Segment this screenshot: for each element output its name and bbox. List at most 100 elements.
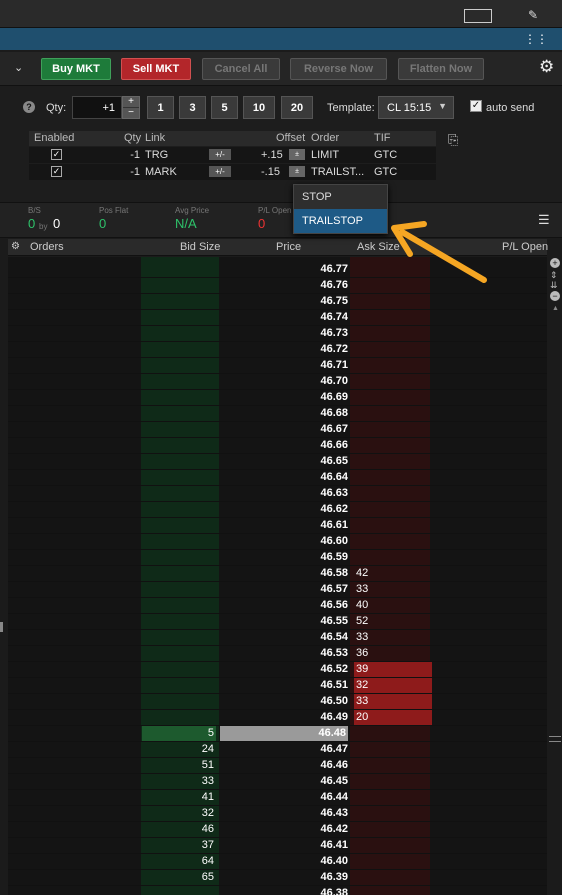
order-template-row: ✓ -1 TRG +/- +.15 ± LIMIT GTC bbox=[29, 147, 436, 163]
price-cell: 46.74 bbox=[320, 311, 348, 323]
enabled-checkbox[interactable]: ✓ bbox=[51, 166, 62, 177]
zoom-out-icon[interactable]: − bbox=[550, 291, 560, 301]
copy-icon[interactable]: ⎘ bbox=[448, 132, 458, 148]
qty-input[interactable]: +1 bbox=[72, 96, 122, 119]
bs-by-label: by bbox=[39, 222, 48, 231]
bid-size-cell[interactable]: 64 bbox=[142, 854, 216, 869]
template-select[interactable]: CL 15:15 ▼ bbox=[378, 96, 454, 119]
price-cell: 46.43 bbox=[320, 807, 348, 819]
bid-size-cell[interactable]: 33 bbox=[142, 774, 216, 789]
pos-flat-label: Pos Flat bbox=[99, 206, 129, 215]
ladder-row: 46.73 bbox=[8, 326, 547, 342]
collapse-chevron-icon[interactable]: ⌄ bbox=[14, 61, 23, 74]
price-cell: 46.70 bbox=[320, 375, 348, 387]
scroll-up-icon[interactable]: ▲ bbox=[552, 305, 559, 312]
bid-size-cell[interactable]: 5 bbox=[142, 726, 216, 741]
pin-icon[interactable]: ✎ bbox=[528, 8, 538, 22]
buy-mkt-button[interactable]: Buy MKT bbox=[41, 58, 111, 80]
ask-size-cell[interactable]: 33 bbox=[354, 582, 432, 597]
ask-size-cell[interactable]: 40 bbox=[354, 598, 432, 613]
pl-open-label: P/L Open bbox=[258, 206, 292, 215]
auto-send-checkbox[interactable]: ✓ bbox=[470, 100, 482, 112]
plus-minus-toggle[interactable]: +/- bbox=[209, 149, 231, 160]
bid-size-cell[interactable]: 51 bbox=[142, 758, 216, 773]
template-order-type[interactable]: LIMIT bbox=[311, 149, 339, 161]
ladder-row: 46.38 bbox=[8, 886, 547, 895]
zoom-in-icon[interactable]: + bbox=[550, 258, 560, 268]
template-qty[interactable]: -1 bbox=[130, 149, 140, 161]
grid-menu-icon[interactable]: ⋮⋮ bbox=[524, 32, 548, 46]
bid-size-cell[interactable]: 32 bbox=[142, 806, 216, 821]
restore-icon[interactable] bbox=[464, 9, 492, 23]
cancel-all-button[interactable]: Cancel All bbox=[202, 58, 280, 80]
price-cell: 46.41 bbox=[320, 839, 348, 851]
dropdown-item-stop[interactable]: STOP bbox=[294, 185, 387, 209]
ladder-row: 46.66 bbox=[8, 438, 547, 454]
qty-5-button[interactable]: 5 bbox=[211, 96, 238, 119]
bid-size-cell[interactable]: 65 bbox=[142, 870, 216, 885]
price-cell: 46.55 bbox=[320, 615, 348, 627]
minus-icon[interactable]: − bbox=[123, 108, 139, 118]
ask-size-cell[interactable]: 32 bbox=[354, 678, 432, 693]
ask-size-cell[interactable]: 36 bbox=[354, 646, 432, 661]
price-cell: 46.53 bbox=[320, 647, 348, 659]
gear-icon[interactable]: ⚙ bbox=[539, 57, 554, 77]
ask-size-cell[interactable]: 42 bbox=[354, 566, 432, 581]
ladder-row: 46.58 42 bbox=[8, 566, 547, 582]
bs-sell-value: 0 bbox=[53, 216, 61, 231]
ladder-row: 41 46.44 bbox=[8, 790, 547, 806]
bid-size-cell[interactable]: 46 bbox=[142, 822, 216, 837]
qty-10-button[interactable]: 10 bbox=[243, 96, 275, 119]
plus-minus-toggle[interactable]: +/- bbox=[209, 166, 231, 177]
offset-stepper-icon[interactable]: ± bbox=[289, 149, 305, 160]
price-cell: 46.76 bbox=[320, 279, 348, 291]
template-offset[interactable]: -.15 bbox=[261, 166, 280, 178]
template-link[interactable]: MARK bbox=[145, 166, 177, 178]
ask-size-cell[interactable]: 33 bbox=[354, 694, 432, 709]
scroll-thumb[interactable] bbox=[549, 736, 561, 742]
window-titlebar: ✎ bbox=[0, 0, 562, 28]
auto-send-label: auto send bbox=[486, 102, 535, 114]
qty-3-button[interactable]: 3 bbox=[179, 96, 206, 119]
list-menu-icon[interactable]: ☰ bbox=[538, 212, 550, 228]
enabled-checkbox[interactable]: ✓ bbox=[51, 149, 62, 160]
annotation-arrow-icon bbox=[391, 221, 487, 283]
template-tif[interactable]: GTC bbox=[374, 166, 397, 178]
dropdown-item-trailstop[interactable]: TRAILSTOP bbox=[294, 209, 387, 233]
reverse-now-button[interactable]: Reverse Now bbox=[290, 58, 387, 80]
flatten-now-button[interactable]: Flatten Now bbox=[398, 58, 484, 80]
price-cell: 46.56 bbox=[320, 599, 348, 611]
col-enabled: Enabled bbox=[34, 132, 75, 144]
template-tif[interactable]: GTC bbox=[374, 149, 397, 161]
bid-size-cell[interactable]: 41 bbox=[142, 790, 216, 805]
price-cell: 46.77 bbox=[320, 263, 348, 275]
template-link[interactable]: TRG bbox=[145, 149, 168, 161]
ask-size-cell[interactable]: 33 bbox=[354, 630, 432, 645]
template-label: Template: bbox=[327, 102, 375, 114]
price-cell: 46.51 bbox=[320, 679, 348, 691]
ask-size-cell[interactable]: 39 bbox=[354, 662, 432, 677]
qty-20-button[interactable]: 20 bbox=[281, 96, 313, 119]
help-icon[interactable]: ? bbox=[23, 101, 35, 113]
ask-size-cell[interactable]: 52 bbox=[354, 614, 432, 629]
bid-size-cell[interactable]: 37 bbox=[142, 838, 216, 853]
ladder-row: 46.67 bbox=[8, 422, 547, 438]
ladder-row: 46.63 bbox=[8, 486, 547, 502]
qty-stepper[interactable]: + − bbox=[122, 96, 140, 119]
center-down-icon[interactable]: ⇊ bbox=[550, 280, 558, 291]
left-edge-handle[interactable] bbox=[0, 622, 3, 632]
template-offset[interactable]: +.15 bbox=[261, 149, 283, 161]
template-order-type[interactable]: TRAILST... bbox=[311, 166, 364, 178]
ladder-row: 46.74 bbox=[8, 310, 547, 326]
window-header-band: ⋮⋮ bbox=[0, 28, 562, 50]
template-qty[interactable]: -1 bbox=[130, 166, 140, 178]
offset-stepper-icon[interactable]: ± bbox=[289, 166, 305, 177]
ask-size-cell[interactable]: 20 bbox=[354, 710, 432, 725]
sell-mkt-button[interactable]: Sell MKT bbox=[121, 58, 191, 80]
ladder-settings-icon[interactable]: ⚙ bbox=[11, 241, 20, 252]
ladder-row: 46.50 33 bbox=[8, 694, 547, 710]
col-bid-size: Bid Size bbox=[180, 241, 221, 253]
bid-size-cell[interactable]: 24 bbox=[142, 742, 216, 757]
ladder-row: 46.59 bbox=[8, 550, 547, 566]
qty-1-button[interactable]: 1 bbox=[147, 96, 174, 119]
